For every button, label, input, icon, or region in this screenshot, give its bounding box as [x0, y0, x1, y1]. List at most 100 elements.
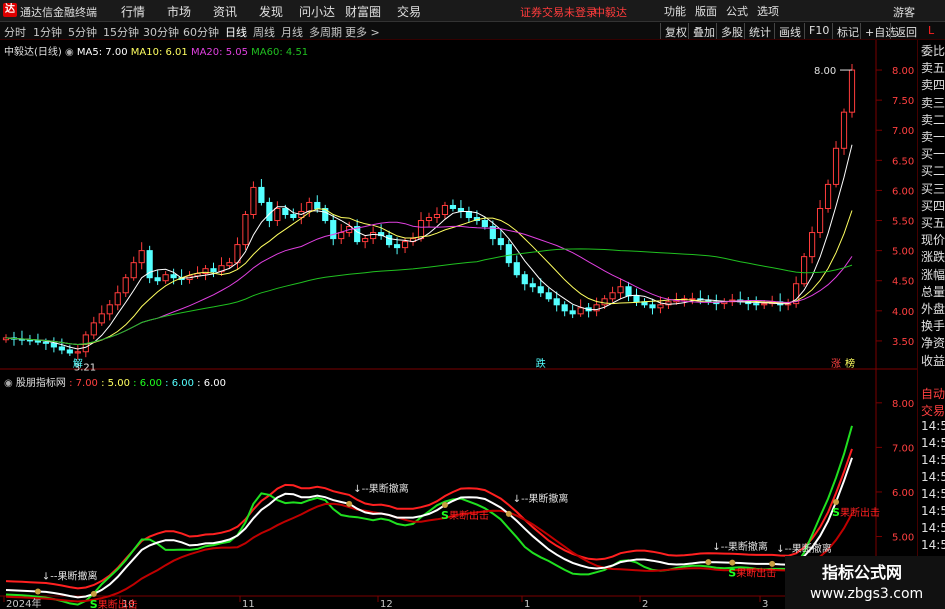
exit-signal-label: 果断出击	[98, 598, 138, 609]
price-tick-label: 7.00	[892, 126, 914, 137]
menu-item-news[interactable]: 资讯	[202, 3, 248, 20]
indicator-title: 股朋指标网	[15, 378, 66, 389]
candle-body	[314, 201, 321, 209]
menu-item-quotes[interactable]: 行情	[110, 3, 156, 20]
menu-item-options[interactable]: 选项	[753, 3, 783, 19]
menu-item-discover[interactable]: 发现	[248, 3, 294, 20]
stats-button[interactable]: 统计	[744, 23, 775, 39]
price-tick-label: 3.50	[892, 337, 914, 348]
candle	[521, 271, 528, 291]
quote-field-label: 卖二	[921, 112, 945, 127]
candle-body	[306, 201, 313, 212]
signal-dot-icon	[769, 560, 776, 567]
candle	[409, 232, 417, 246]
mark-button[interactable]: 标记	[832, 23, 863, 39]
candle-body	[242, 214, 249, 246]
period-multi[interactable]: 多周期	[309, 24, 342, 40]
period-30min[interactable]: 30分钟	[143, 24, 179, 40]
candle-body	[545, 292, 552, 300]
candle	[449, 199, 457, 212]
candle-body	[154, 277, 161, 282]
candle	[753, 296, 760, 311]
candle-body	[90, 322, 97, 336]
menu-item-formula[interactable]: 公式	[722, 3, 752, 19]
menu-item-wealth[interactable]: 财富圈	[340, 3, 386, 20]
app-logo-icon: 达	[3, 3, 17, 17]
menu-item-function[interactable]: 功能	[660, 3, 690, 19]
menu-item-ask[interactable]: 问小达	[294, 3, 340, 20]
candle	[785, 298, 792, 311]
draw-button[interactable]: 画线	[774, 23, 805, 39]
candle-body	[840, 111, 848, 149]
candle-body	[66, 349, 73, 354]
candle	[625, 281, 632, 302]
indicator-settings-icon[interactable]: ◉	[4, 378, 16, 389]
menu-item-layout[interactable]: 版面	[691, 3, 721, 19]
chart-area[interactable]: 8.00 7.50 7.00 6.50 6.00 5.50 5.00 4.50 4.00 3.50…	[0, 40, 945, 609]
candle-body	[441, 204, 449, 216]
multi-stock-button[interactable]: 多股	[716, 23, 747, 39]
candle-body	[657, 304, 664, 309]
signal-dot-icon	[34, 588, 41, 595]
candle	[737, 291, 744, 305]
x-tick-label: 11	[242, 599, 255, 609]
candle	[465, 206, 472, 223]
candle-body	[362, 238, 369, 243]
period-daily[interactable]: 日线	[225, 24, 247, 40]
price-tick-label: 6.50	[892, 156, 914, 167]
price-chart[interactable]: 8.00 7.50 7.00 6.50 6.00 5.50 5.00 4.50 4.00 3.50…	[0, 40, 917, 609]
quote-field-label: 卖三	[921, 95, 945, 110]
candle-body	[58, 346, 65, 351]
guest-label[interactable]: 游客	[893, 4, 915, 20]
period-15min[interactable]: 15分钟	[103, 24, 139, 40]
candle	[58, 338, 65, 355]
f10-button[interactable]: F10	[804, 23, 833, 39]
adjust-button[interactable]: 复权	[660, 23, 691, 39]
candle-body	[505, 244, 512, 264]
price-tick-label: 6.00	[892, 186, 914, 197]
candle-body	[266, 201, 273, 222]
menu-item-trade[interactable]: 交易	[386, 3, 432, 20]
candle-body	[417, 220, 425, 240]
signal-dot-icon	[729, 559, 736, 566]
quote-field-label: 买三	[921, 181, 945, 196]
period-timeshare[interactable]: 分时	[4, 24, 26, 40]
candle	[18, 330, 26, 346]
event-marker: 跌	[536, 357, 546, 370]
candle	[242, 210, 249, 251]
signal-dot-icon	[505, 510, 512, 517]
period-more[interactable]: 更多 >	[345, 24, 380, 40]
quote-field-label: 买二	[921, 164, 945, 179]
escape-signal-label: ↓--果断撤离	[353, 482, 409, 495]
candle	[378, 224, 385, 240]
quote-field-label: 卖一	[921, 130, 945, 144]
quote-field-label: 涨跌	[921, 250, 945, 265]
price-tick-label: 4.50	[892, 277, 914, 288]
period-1min[interactable]: 1分钟	[33, 24, 62, 40]
candle	[793, 276, 800, 308]
signal-dot-icon	[441, 501, 448, 508]
period-weekly[interactable]: 周线	[253, 24, 275, 40]
period-monthly[interactable]: 月线	[281, 24, 303, 40]
settings-icon[interactable]: ◉	[65, 47, 77, 58]
candle	[729, 293, 736, 307]
candle	[824, 179, 832, 213]
overlay-button[interactable]: 叠加	[688, 23, 719, 39]
trade-time-label: 14:56	[921, 538, 945, 552]
buy-signal-label: S	[90, 598, 98, 609]
period-5min[interactable]: 5分钟	[68, 24, 97, 40]
candle	[801, 253, 808, 287]
period-60min[interactable]: 60分钟	[183, 24, 219, 40]
app-title: 通达信金融终端	[20, 6, 97, 19]
menu-item-market[interactable]: 市场	[156, 3, 202, 20]
candle-body	[649, 304, 656, 309]
candle	[497, 230, 504, 251]
ma20-line	[5, 221, 853, 346]
quote-field-label: 现价	[921, 233, 945, 248]
candle-body	[282, 207, 289, 216]
back-button[interactable]: 返回	[890, 23, 921, 39]
candle	[330, 214, 337, 246]
price-tick-label: 5.50	[892, 217, 914, 228]
ma5-value: MA5: 7.00	[76, 47, 128, 58]
candle-body	[170, 274, 177, 279]
